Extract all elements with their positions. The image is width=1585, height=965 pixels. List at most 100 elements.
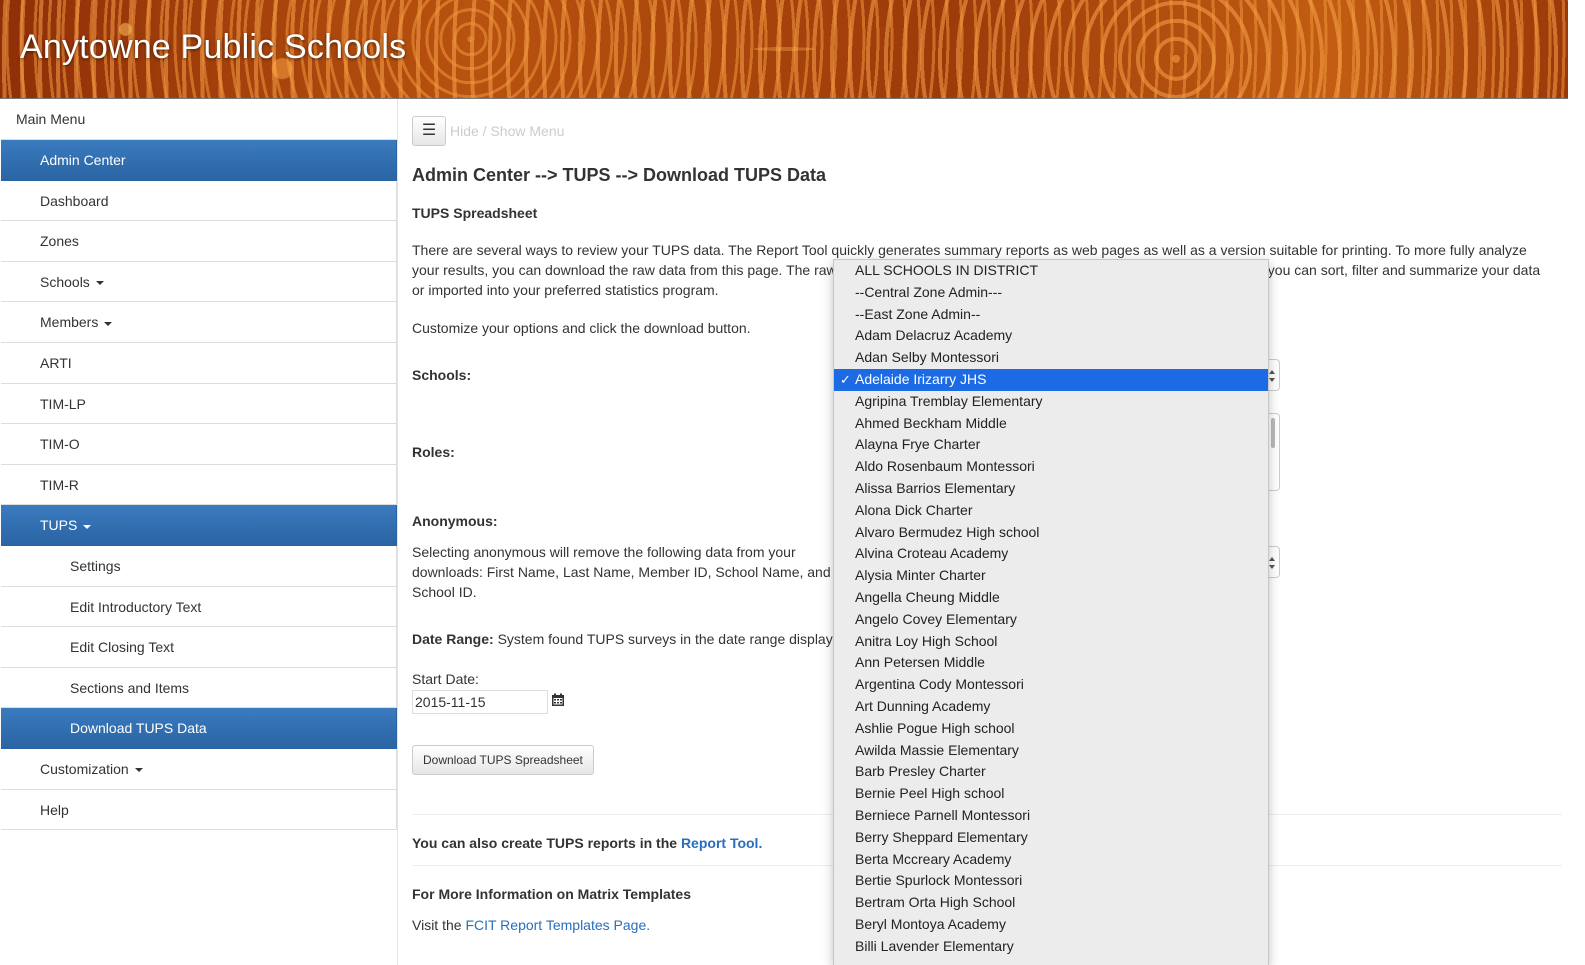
sidebar-item-download-tups-data[interactable]: Download TUPS Data (1, 708, 397, 749)
sidebar-item-label: Help (40, 801, 69, 818)
sidebar-item-label: TUPS (40, 517, 78, 534)
scrollbar-thumb[interactable] (1271, 418, 1275, 448)
select-arrows-icon (1269, 557, 1275, 569)
dropdown-option-label: Billi Lavender Elementary (855, 937, 1014, 954)
dropdown-option-label: Alvina Croteau Academy (855, 545, 1009, 562)
sidebar-item-label: TIM-LP (40, 395, 86, 412)
dropdown-option-label: Angelo Covey Elementary (855, 610, 1017, 627)
dropdown-option-label: Alona Dick Charter (855, 501, 973, 518)
start-date-label: Start Date: (412, 671, 479, 687)
dropdown-option[interactable]: Aldo Rosenbaum Montessori (834, 456, 1268, 478)
dropdown-option-label: Adelaide Irizarry JHS (855, 370, 987, 387)
dropdown-option[interactable]: Alysia Minter Charter (834, 565, 1268, 587)
calendar-icon[interactable] (551, 693, 565, 707)
sidebar-item-tim-r[interactable]: TIM-R (1, 464, 397, 506)
select-arrows-icon (1269, 370, 1275, 382)
caret-down-icon (134, 768, 143, 773)
sidebar-item-label: TIM-O (40, 436, 80, 453)
dropdown-option[interactable]: Ashlie Pogue High school (834, 718, 1268, 740)
dropdown-option[interactable]: Bernie Peel High school (834, 783, 1268, 805)
dropdown-option[interactable]: Berniece Parnell Montessori (834, 805, 1268, 827)
sidebar-item-edit-intro-text[interactable]: Edit Introductory Text (1, 586, 397, 628)
dropdown-option-label: Aldo Rosenbaum Montessori (855, 458, 1035, 475)
sidebar-item-label: Edit Closing Text (70, 639, 175, 656)
dropdown-option[interactable]: Argentina Cody Montessori (834, 674, 1268, 696)
checkmark-icon: ✓ (840, 371, 851, 387)
download-spreadsheet-button[interactable]: Download TUPS Spreadsheet (412, 745, 594, 775)
dropdown-option-label: Ashlie Pogue High school (855, 719, 1015, 736)
dropdown-option-label: Ann Petersen Middle (855, 654, 985, 671)
dropdown-option-label: Argentina Cody Montessori (855, 676, 1024, 693)
dropdown-option[interactable]: ALL SCHOOLS IN DISTRICT (834, 260, 1268, 282)
dropdown-option[interactable]: Berry Sheppard Elementary (834, 827, 1268, 849)
sidebar-item-admin-center[interactable]: Admin Center (1, 140, 397, 181)
sidebar-item-sections-and-items[interactable]: Sections and Items (1, 667, 397, 709)
sidebar-item-schools[interactable]: Schools (1, 261, 397, 303)
dropdown-option[interactable]: Billi Lavender Elementary (834, 936, 1268, 958)
dropdown-option[interactable]: Awilda Massie Elementary (834, 740, 1268, 762)
sidebar-item-tim-lp[interactable]: TIM-LP (1, 383, 397, 425)
report-tool-link[interactable]: Report Tool. (681, 835, 762, 851)
dropdown-option[interactable]: Angella Cheung Middle (834, 587, 1268, 609)
sidebar-item-members[interactable]: Members (1, 302, 397, 343)
dropdown-option[interactable]: Beryl Montoya Academy (834, 914, 1268, 936)
dropdown-option-label: Art Dunning Academy (855, 697, 991, 714)
sidebar: Main Menu Admin Center Dashboard Zones S… (1, 99, 397, 831)
dropdown-option[interactable]: Adan Selby Montessori (834, 347, 1268, 369)
dropdown-option-label: Berry Sheppard Elementary (855, 828, 1028, 845)
sidebar-item-arti[interactable]: ARTI (1, 342, 397, 384)
dropdown-option[interactable]: Angelo Covey Elementary (834, 609, 1268, 631)
dropdown-option-label: Awilda Massie Elementary (855, 741, 1019, 758)
page-title: Admin Center --> TUPS --> Download TUPS … (412, 165, 827, 185)
anonymous-label: Anonymous: (412, 513, 498, 529)
roles-label: Roles: (412, 444, 455, 460)
caret-down-icon (104, 321, 113, 326)
schools-dropdown-list[interactable]: ALL SCHOOLS IN DISTRICT --Central Zone Ad… (833, 259, 1269, 965)
dropdown-option-label: Bertie Spurlock Montessori (855, 872, 1023, 889)
dropdown-option-label: Angella Cheung Middle (855, 588, 1000, 605)
dropdown-option[interactable]: Berta Mccreary Academy (834, 849, 1268, 871)
dropdown-option[interactable]: Anitra Loy High School (834, 631, 1268, 653)
header-banner: Anytowne Public Schools (0, 0, 1568, 99)
dropdown-option[interactable]: Alissa Barrios Elementary (834, 478, 1268, 500)
sidebar-item-customization[interactable]: Customization (1, 748, 397, 790)
dropdown-option[interactable]: --Central Zone Admin--- (834, 282, 1268, 304)
sidebar-item-settings[interactable]: Settings (1, 545, 397, 587)
sidebar-item-zones[interactable]: Zones (1, 221, 397, 262)
sidebar-item-label: Customization (40, 760, 129, 777)
dropdown-option-label: ALL SCHOOLS IN DISTRICT (855, 262, 1039, 278)
menu-toggle-button[interactable]: ☰ (412, 116, 446, 146)
dropdown-option-label: Ahmed Beckham Middle (855, 414, 1007, 431)
dropdown-option[interactable]: Ahmed Beckham Middle (834, 413, 1268, 435)
dropdown-option[interactable]: Alayna Frye Charter (834, 434, 1268, 456)
dropdown-option[interactable]: Ann Petersen Middle (834, 652, 1268, 674)
start-date-input[interactable] (412, 690, 548, 714)
dropdown-option[interactable]: Bertie Spurlock Montessori (834, 870, 1268, 892)
dropdown-option-label: Berta Mccreary Academy (855, 850, 1012, 867)
sidebar-item-help[interactable]: Help (1, 789, 397, 831)
sidebar-item-edit-closing-text[interactable]: Edit Closing Text (1, 627, 397, 668)
sidebar-item-tim-o[interactable]: TIM-O (1, 424, 397, 465)
sidebar-item-tups[interactable]: TUPS (1, 505, 397, 546)
dropdown-option[interactable]: Bertram Orta High School (834, 892, 1268, 914)
fcit-templates-link[interactable]: FCIT Report Templates Page. (465, 917, 650, 933)
schools-label: Schools: (412, 367, 472, 383)
site-title[interactable]: Anytowne Public Schools (20, 28, 406, 67)
dropdown-option[interactable]: ✓ Adelaide Irizarry JHS (834, 368, 1268, 391)
dropdown-option[interactable]: Barb Presley Charter (834, 761, 1268, 783)
dropdown-option[interactable]: Alvina Croteau Academy (834, 543, 1268, 565)
dropdown-option-label: Alvaro Bermudez High school (855, 523, 1040, 540)
dropdown-option[interactable]: Art Dunning Academy (834, 696, 1268, 718)
dropdown-option[interactable]: --East Zone Admin-- (834, 304, 1268, 326)
sidebar-item-label: Edit Introductory Text (70, 598, 202, 615)
menu-toggle-label[interactable]: Hide / Show Menu (450, 123, 564, 139)
dropdown-option[interactable]: Alvaro Bermudez High school (834, 522, 1268, 544)
sidebar-item-dashboard[interactable]: Dashboard (1, 180, 397, 222)
dropdown-option[interactable]: Adam Delacruz Academy (834, 325, 1268, 347)
sidebar-item-label: Download TUPS Data (70, 720, 207, 737)
sidebar-item-label: Schools (40, 273, 90, 290)
dropdown-option-label: Alayna Frye Charter (855, 436, 981, 453)
dropdown-option[interactable]: Agripina Tremblay Elementary (834, 391, 1268, 413)
dropdown-option[interactable]: Alona Dick Charter (834, 500, 1268, 522)
sidebar-divider (397, 99, 398, 965)
